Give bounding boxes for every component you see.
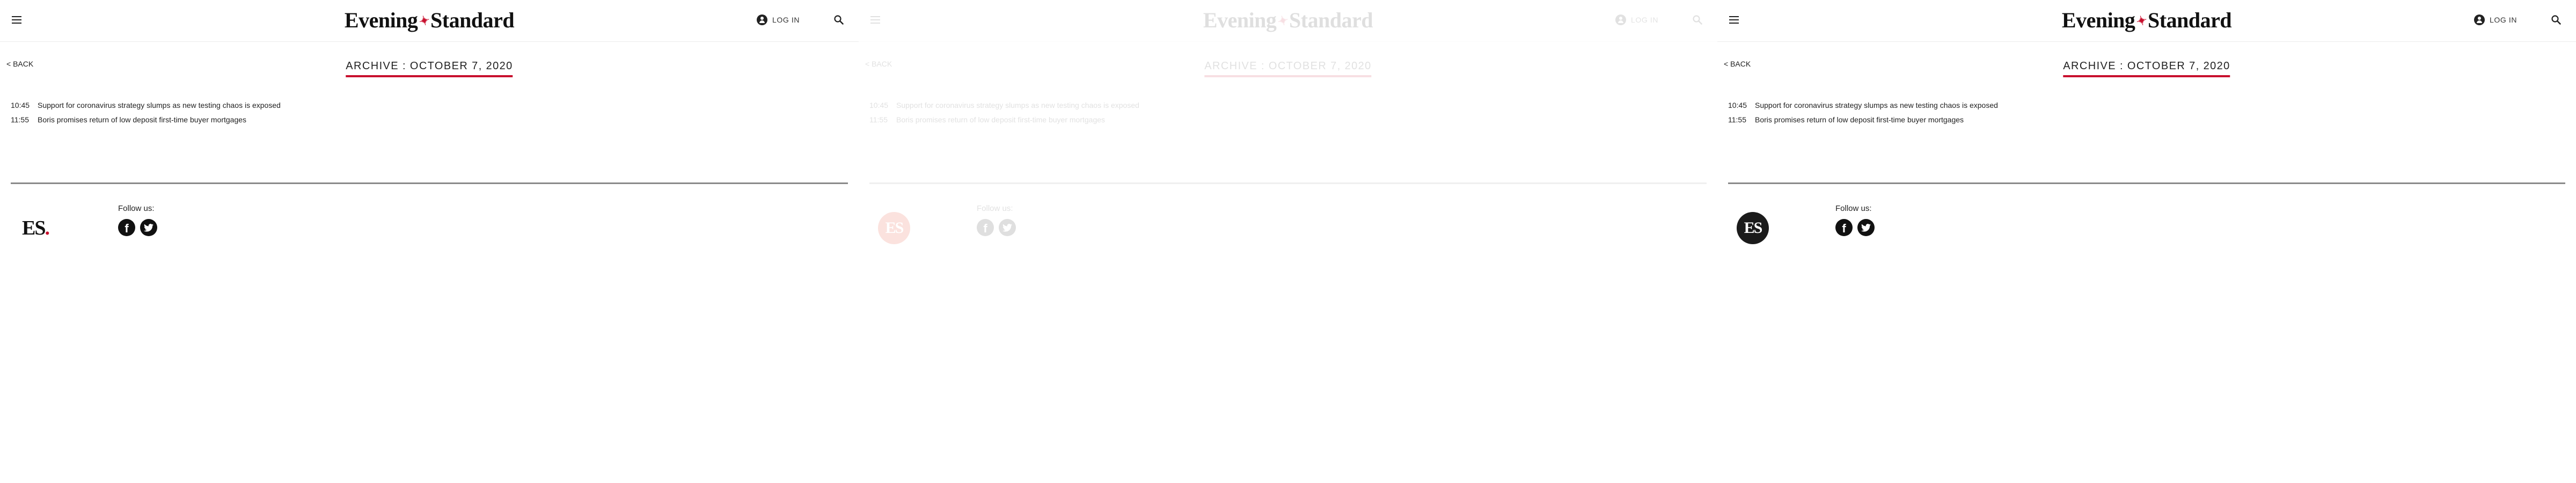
footer-logo[interactable]: ES. <box>19 212 52 244</box>
footer-logo-text: ES <box>22 217 46 239</box>
site-header: Evening✦Standard LOG IN <box>0 0 859 42</box>
article-link[interactable]: 10:45 Support for coronavirus strategy sl… <box>1728 98 1998 113</box>
social-links: f <box>118 219 157 236</box>
article-title: Boris promises return of low deposit fir… <box>896 115 1106 124</box>
article-title: Boris promises return of low deposit fir… <box>38 115 247 124</box>
hamburger-icon[interactable] <box>12 16 21 24</box>
logo-swift-mark: ✦ <box>417 13 431 30</box>
facebook-icon[interactable]: f <box>118 219 135 236</box>
article-link[interactable]: 10:45 Support for coronavirus strategy sl… <box>869 98 1139 113</box>
user-icon <box>2474 14 2485 25</box>
login-label: LOG IN <box>1631 16 1659 24</box>
user-icon <box>757 14 767 25</box>
search-icon[interactable] <box>833 14 844 25</box>
article-list: 10:45 Support for coronavirus strategy sl… <box>11 98 281 127</box>
back-link[interactable]: < BACK <box>6 60 33 68</box>
article-title: Support for coronavirus strategy slumps … <box>896 101 1139 109</box>
hamburger-icon[interactable] <box>870 16 880 24</box>
back-link[interactable]: < BACK <box>1724 60 1751 68</box>
article-link[interactable]: 11:55 Boris promises return of low deposi… <box>869 113 1139 127</box>
article-link[interactable]: 11:55 Boris promises return of low deposi… <box>1728 113 1998 127</box>
logo-word-standard: Standard <box>430 8 515 32</box>
facebook-icon[interactable]: f <box>1835 219 1853 236</box>
twitter-icon[interactable] <box>140 219 157 236</box>
footer-divider <box>11 182 848 184</box>
archive-title: ARCHIVE : OCTOBER 7, 2020 <box>1204 60 1372 77</box>
footer-divider <box>869 182 1707 184</box>
footer-logo-text: ES <box>885 219 904 237</box>
screenshot-strip: Evening✦Standard LOG IN < BACK ARCHIVE :… <box>0 0 2576 483</box>
archive-title: ARCHIVE : OCTOBER 7, 2020 <box>2063 60 2230 77</box>
search-icon[interactable] <box>1692 14 1703 25</box>
article-list: 10:45 Support for coronavirus strategy sl… <box>1728 98 1998 127</box>
archive-page-panel-1: Evening✦Standard LOG IN < BACK ARCHIVE :… <box>0 0 859 483</box>
follow-label: Follow us: <box>977 204 1013 213</box>
twitter-icon[interactable] <box>1857 219 1875 236</box>
archive-page-panel-2: Evening✦Standard LOG IN < BACK ARCHIVE :… <box>859 0 1717 483</box>
article-time: 11:55 <box>11 115 29 124</box>
article-title: Support for coronavirus strategy slumps … <box>1755 101 1998 109</box>
article-link[interactable]: 10:45 Support for coronavirus strategy sl… <box>11 98 281 113</box>
article-link[interactable]: 11:55 Boris promises return of low deposi… <box>11 113 281 127</box>
login-button[interactable]: LOG IN <box>1615 14 1658 25</box>
site-header: Evening✦Standard LOG IN <box>1717 0 2576 42</box>
article-title: Boris promises return of low deposit fir… <box>1755 115 1964 124</box>
site-logo[interactable]: Evening✦Standard <box>344 8 515 33</box>
article-title: Support for coronavirus strategy slumps … <box>38 101 281 109</box>
logo-word-evening: Evening <box>2061 8 2135 32</box>
social-links: f <box>1835 219 1875 236</box>
site-header: Evening✦Standard LOG IN <box>859 0 1717 42</box>
footer-divider <box>1728 182 2565 184</box>
footer-logo-text: ES <box>1744 219 1763 237</box>
twitter-icon[interactable] <box>999 219 1016 236</box>
site-logo[interactable]: Evening✦Standard <box>2061 8 2232 33</box>
search-icon[interactable] <box>2551 14 2562 25</box>
article-time: 10:45 <box>1728 101 1747 109</box>
hamburger-icon[interactable] <box>1729 16 1739 24</box>
article-time: 11:55 <box>1728 115 1746 124</box>
footer-logo[interactable]: ES <box>1737 212 1769 244</box>
article-list: 10:45 Support for coronavirus strategy sl… <box>869 98 1139 127</box>
article-time: 10:45 <box>869 101 889 109</box>
footer-logo[interactable]: ES <box>878 212 910 244</box>
article-time: 11:55 <box>869 115 888 124</box>
footer-logo-dot: . <box>45 217 49 239</box>
archive-title: ARCHIVE : OCTOBER 7, 2020 <box>346 60 513 77</box>
site-logo[interactable]: Evening✦Standard <box>1203 8 1373 33</box>
logo-word-evening: Evening <box>1203 8 1277 32</box>
login-button[interactable]: LOG IN <box>757 14 800 25</box>
social-links: f <box>977 219 1016 236</box>
logo-word-evening: Evening <box>344 8 418 32</box>
article-time: 10:45 <box>11 101 30 109</box>
login-label: LOG IN <box>2490 16 2518 24</box>
logo-word-standard: Standard <box>2148 8 2232 32</box>
login-button[interactable]: LOG IN <box>2474 14 2517 25</box>
user-icon <box>1615 14 1626 25</box>
logo-swift-mark: ✦ <box>1276 13 1290 30</box>
back-link[interactable]: < BACK <box>865 60 892 68</box>
follow-label: Follow us: <box>118 204 155 213</box>
archive-page-panel-3: Evening✦Standard LOG IN < BACK ARCHIVE :… <box>1717 0 2576 483</box>
logo-word-standard: Standard <box>1289 8 1373 32</box>
login-label: LOG IN <box>772 16 800 24</box>
logo-swift-mark: ✦ <box>2134 13 2149 30</box>
follow-label: Follow us: <box>1835 204 1872 213</box>
facebook-icon[interactable]: f <box>977 219 994 236</box>
